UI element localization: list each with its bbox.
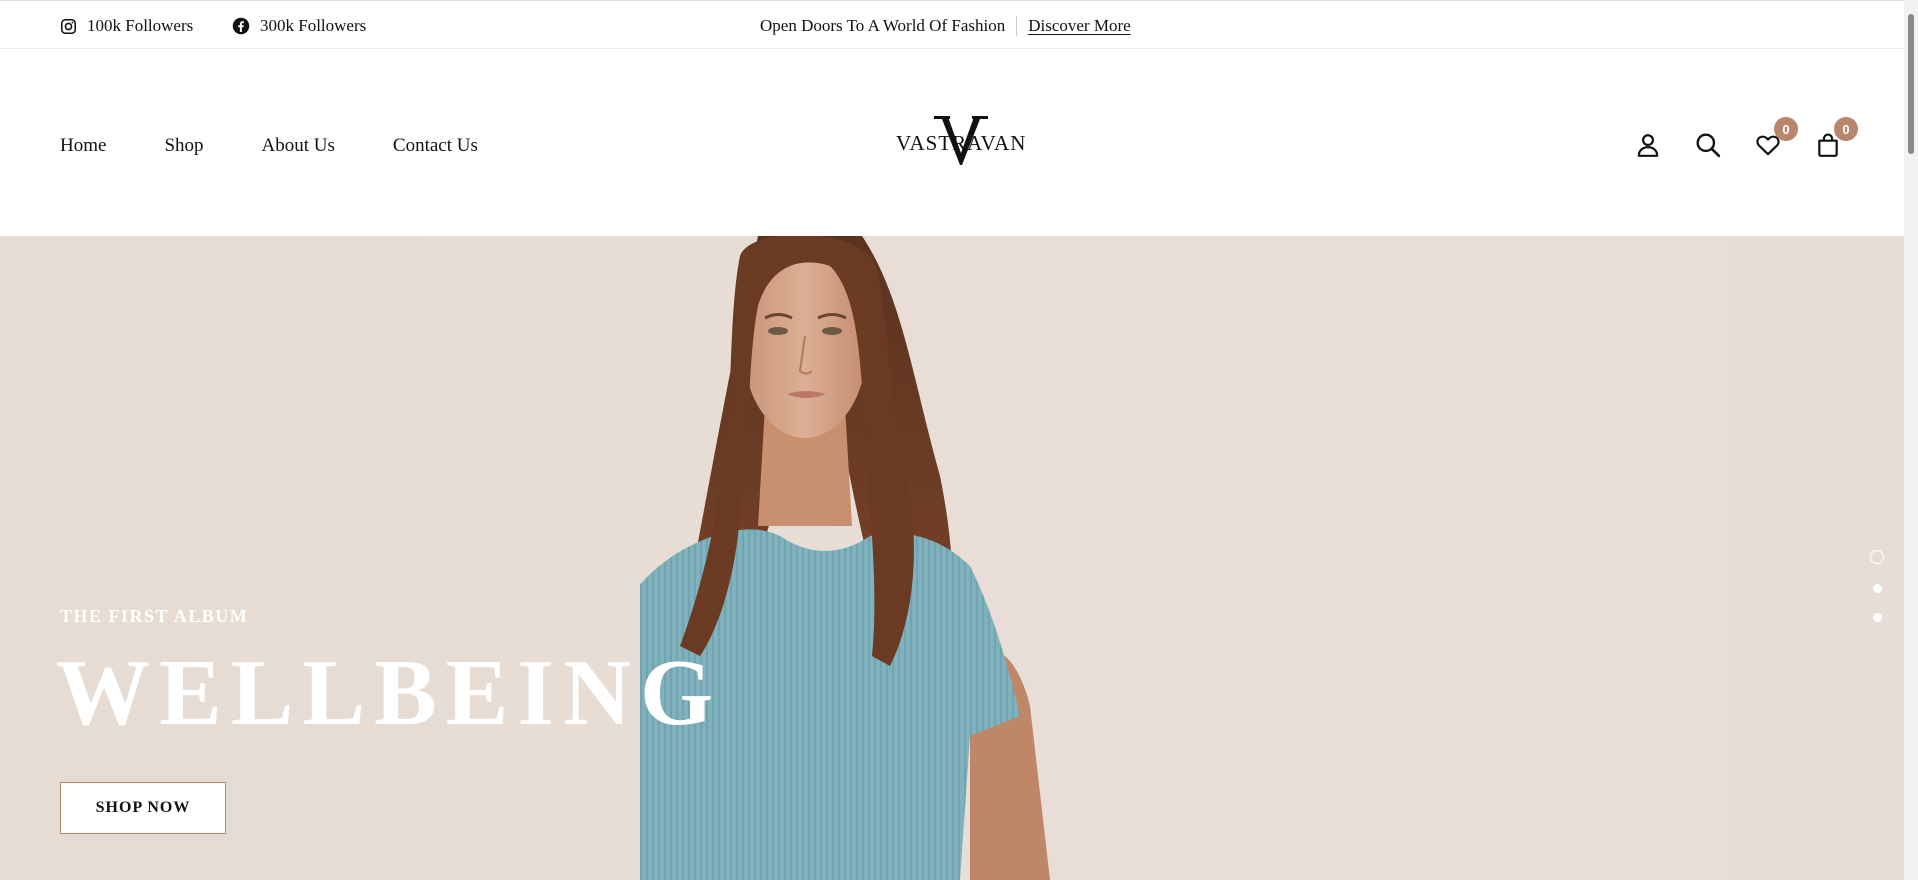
facebook-icon xyxy=(232,17,250,35)
slider-pagination xyxy=(1870,550,1884,622)
instagram-followers[interactable]: 100k Followers xyxy=(60,16,193,36)
page-scrollbar[interactable] xyxy=(1904,0,1918,880)
slider-dot-1[interactable] xyxy=(1870,550,1884,564)
search-icon xyxy=(1695,132,1721,163)
user-icon xyxy=(1635,132,1661,163)
site-logo[interactable]: VASTRAVAN xyxy=(896,113,1026,173)
account-button[interactable] xyxy=(1635,129,1695,165)
nav-item-contact-us[interactable]: Contact Us xyxy=(393,135,478,157)
hero-model-image xyxy=(640,236,1050,880)
instagram-icon xyxy=(60,18,77,35)
instagram-followers-label: 100k Followers xyxy=(87,16,194,35)
slider-dot-3[interactable] xyxy=(1872,613,1882,622)
cart-button[interactable]: 0 xyxy=(1815,117,1875,165)
hero-slider: THE FIRST ALBUM WELLBEING SHOP NOW xyxy=(0,236,1918,880)
promo-banner: Open Doors To A World Of Fashion Discove… xyxy=(760,16,1131,36)
hero-title: WELLBEING xyxy=(56,641,723,745)
shop-now-button[interactable]: SHOP NOW xyxy=(60,782,226,834)
top-bar: 100k Followers 300k Followers Open Doors… xyxy=(0,0,1918,49)
discover-more-link[interactable]: Discover More xyxy=(1028,16,1130,36)
promo-divider xyxy=(1016,16,1018,36)
facebook-followers-label: 300k Followers xyxy=(260,16,367,35)
wishlist-count-badge: 0 xyxy=(1774,117,1798,141)
scrollbar-thumb[interactable] xyxy=(1908,14,1914,154)
slider-dot-2[interactable] xyxy=(1872,584,1882,593)
search-button[interactable] xyxy=(1695,129,1755,165)
logo-wordmark: VASTRAVAN xyxy=(896,131,1027,155)
nav-item-about-us[interactable]: About Us xyxy=(262,135,335,157)
header-icons: 0 0 xyxy=(1635,117,1875,165)
promo-text: Open Doors To A World Of Fashion xyxy=(760,16,1006,35)
hero-kicker: THE FIRST ALBUM xyxy=(60,606,249,626)
wishlist-button[interactable]: 0 xyxy=(1755,117,1815,165)
nav-item-home[interactable]: Home xyxy=(60,135,106,157)
main-nav: Home Shop About Us Contact Us xyxy=(60,135,536,157)
nav-item-shop[interactable]: Shop xyxy=(164,135,203,157)
facebook-followers[interactable]: 300k Followers xyxy=(232,16,366,36)
cart-count-badge: 0 xyxy=(1834,117,1858,141)
site-header: Home Shop About Us Contact Us VASTRAVAN xyxy=(0,49,1918,236)
